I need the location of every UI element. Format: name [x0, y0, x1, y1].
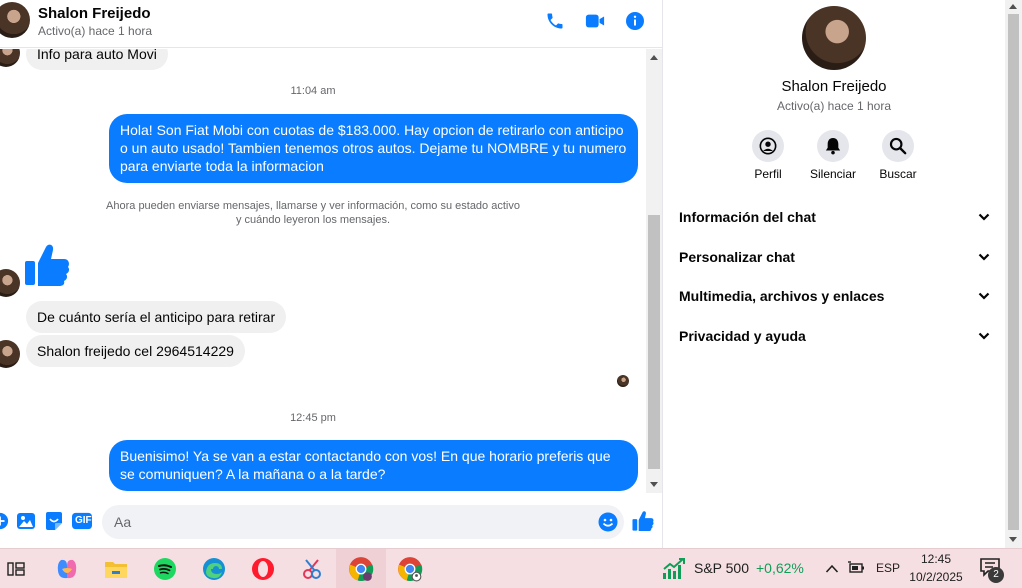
message-outgoing[interactable]: Hola! Son Fiat Mobi con cuotas de $183.0… [109, 114, 638, 183]
section-label: Multimedia, archivos y enlaces [679, 288, 885, 304]
emoji-icon[interactable] [598, 512, 618, 537]
language-indicator[interactable]: ESP [876, 561, 900, 575]
chat-scrollbar[interactable] [646, 49, 662, 493]
chrome-icon[interactable] [347, 555, 375, 583]
mute-label: Silenciar [809, 167, 857, 181]
composer: GIF [0, 500, 662, 544]
file-explorer-icon[interactable] [102, 555, 130, 583]
chat-header: Shalon Freijedo Activo(a) hace 1 hora [0, 0, 662, 48]
profile-button[interactable]: Perfil [733, 130, 803, 181]
section-label: Personalizar chat [679, 249, 795, 265]
copilot-icon[interactable] [53, 555, 81, 583]
snipping-tool-icon[interactable] [298, 555, 326, 583]
chevron-down-icon [978, 332, 990, 340]
thumbs-up-sticker[interactable] [24, 243, 70, 292]
section-customize-chat[interactable]: Personalizar chat [679, 242, 991, 272]
chevron-down-icon [978, 213, 990, 221]
network-battery-icon[interactable] [848, 561, 866, 580]
search-icon [882, 130, 914, 162]
stock-trend-icon[interactable] [662, 558, 686, 585]
search-label: Buscar [879, 167, 917, 181]
scroll-up-arrow[interactable] [650, 55, 658, 60]
notification-badge: 2 [988, 567, 1004, 583]
section-media-files[interactable]: Multimedia, archivos y enlaces [679, 281, 991, 311]
chevron-down-icon [978, 292, 990, 300]
section-label: Información del chat [679, 209, 816, 225]
section-label: Privacidad y ayuda [679, 328, 806, 344]
info-status: Activo(a) hace 1 hora [776, 99, 892, 113]
contact-avatar[interactable] [0, 2, 30, 38]
sender-avatar [0, 49, 20, 67]
timestamp: 12:45 pm [290, 412, 336, 424]
info-icon[interactable] [624, 10, 646, 32]
sticker-icon[interactable] [44, 511, 64, 531]
seen-indicator [617, 375, 629, 387]
mute-button[interactable]: Silenciar [798, 130, 868, 181]
plus-icon[interactable] [0, 511, 10, 531]
message-incoming[interactable]: Shalon freijedo cel 2964514229 [26, 335, 245, 367]
stock-change[interactable]: +0,62% [756, 560, 804, 576]
edge-icon[interactable] [200, 555, 228, 583]
sender-avatar [0, 340, 20, 368]
message-input-box[interactable] [102, 505, 624, 539]
info-avatar[interactable] [802, 6, 866, 70]
bell-icon [817, 130, 849, 162]
info-name: Shalon Freijedo [781, 78, 887, 95]
gif-label: GIF [75, 515, 92, 526]
message-input[interactable] [114, 512, 584, 532]
scroll-down-arrow[interactable] [1009, 537, 1017, 542]
chrome-profile-icon[interactable] [396, 555, 424, 583]
task-view-icon[interactable] [2, 555, 30, 583]
contact-status: Activo(a) hace 1 hora [38, 24, 153, 38]
profile-label: Perfil [754, 167, 782, 181]
system-notice-line1: Ahora pueden enviarse mensajes, llamarse… [106, 200, 520, 212]
taskbar: S&P 500 +0,62% ESP 12:45 10/2/2025 2 [0, 548, 1022, 588]
clock-time[interactable]: 12:45 [904, 552, 968, 566]
opera-icon[interactable] [249, 555, 277, 583]
gif-icon[interactable]: GIF [72, 511, 92, 531]
message-incoming[interactable]: Info para auto Movi [26, 49, 168, 70]
system-notice: Ahora pueden enviarse mensajes, llamarse… [100, 199, 526, 227]
section-privacy-help[interactable]: Privacidad y ayuda [679, 321, 991, 351]
message-incoming[interactable]: De cuánto sería el anticipo para retirar [26, 301, 287, 333]
chevron-down-icon [978, 253, 990, 261]
like-icon[interactable] [632, 510, 654, 532]
conversation-info-pane: Shalon Freijedo Activo(a) hace 1 hora Pe… [663, 0, 1005, 548]
section-chat-info[interactable]: Información del chat [679, 202, 991, 232]
spotify-icon[interactable] [151, 555, 179, 583]
window-scrollbar[interactable] [1005, 0, 1022, 548]
phone-icon[interactable] [544, 10, 566, 32]
profile-icon [752, 130, 784, 162]
chat-pane: Shalon Freijedo Activo(a) hace 1 hora In… [0, 0, 662, 548]
scroll-down-arrow[interactable] [650, 482, 658, 487]
message-list: Info para auto Movi 11:04 am Hola! Son F… [0, 49, 646, 493]
timestamp: 11:04 am [290, 85, 336, 97]
sender-avatar [0, 269, 20, 297]
video-icon[interactable] [584, 10, 606, 32]
message-outgoing[interactable]: Buenisimo! Ya se van a estar contactando… [109, 440, 638, 491]
search-button[interactable]: Buscar [863, 130, 933, 181]
scroll-up-arrow[interactable] [1009, 4, 1017, 9]
scroll-thumb[interactable] [1008, 14, 1019, 530]
contact-name[interactable]: Shalon Freijedo [38, 5, 151, 22]
photo-icon[interactable] [16, 511, 36, 531]
chevron-up-icon[interactable] [825, 562, 839, 580]
clock-date[interactable]: 10/2/2025 [904, 570, 968, 584]
system-notice-line2: y cuándo leyeron los mensajes. [235, 214, 391, 226]
scroll-thumb[interactable] [648, 215, 660, 469]
stock-name[interactable]: S&P 500 [694, 560, 749, 576]
